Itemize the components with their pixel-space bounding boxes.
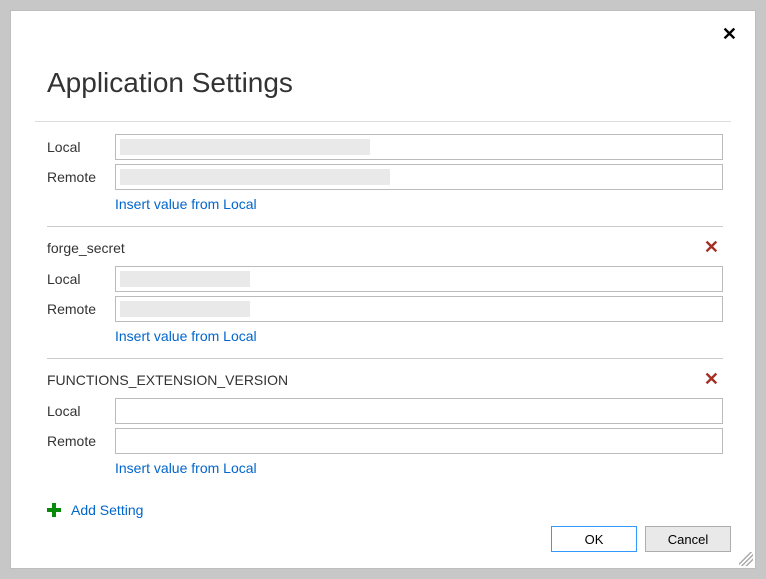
setting-name: forge_secret xyxy=(47,240,125,256)
button-row: OK Cancel xyxy=(35,526,731,552)
insert-from-local-link[interactable]: Insert value from Local xyxy=(115,196,723,212)
redacted-value xyxy=(120,271,250,287)
remote-row: Remote xyxy=(47,164,723,190)
setting-group: forge_secret ✕ Local Remote Insert value… xyxy=(47,226,723,358)
delete-setting-button[interactable]: ✕ xyxy=(700,367,723,392)
setting-name: FUNCTIONS_EXTENSION_VERSION xyxy=(47,372,288,388)
dialog-title: Application Settings xyxy=(47,67,731,99)
redacted-value xyxy=(120,139,370,155)
cancel-button[interactable]: Cancel xyxy=(645,526,731,552)
remote-row: Remote xyxy=(47,296,723,322)
application-settings-dialog: ✕ Application Settings Local Remote Inse… xyxy=(10,10,756,569)
setting-header: forge_secret ✕ xyxy=(47,235,723,260)
remote-input[interactable] xyxy=(115,428,723,454)
redacted-value xyxy=(120,301,250,317)
resize-grip[interactable] xyxy=(739,552,753,566)
local-input[interactable] xyxy=(115,266,723,292)
insert-from-local-link[interactable]: Insert value from Local xyxy=(115,460,723,476)
local-label: Local xyxy=(47,139,115,155)
remote-input[interactable] xyxy=(115,296,723,322)
setting-header: FUNCTIONS_EXTENSION_VERSION ✕ xyxy=(47,367,723,392)
add-setting-row[interactable]: Add Setting xyxy=(47,502,731,518)
remote-label: Remote xyxy=(47,169,115,185)
dialog-footer: Add Setting OK Cancel xyxy=(35,490,731,552)
local-row: Local xyxy=(47,398,723,424)
settings-scroll-area[interactable]: Local Remote Insert value from Local for… xyxy=(35,121,731,490)
local-input[interactable] xyxy=(115,398,723,424)
setting-group: Local Remote Insert value from Local xyxy=(47,122,723,226)
remote-input[interactable] xyxy=(115,164,723,190)
delete-setting-button[interactable]: ✕ xyxy=(700,235,723,260)
ok-button[interactable]: OK xyxy=(551,526,637,552)
redacted-value xyxy=(120,169,390,185)
remote-row: Remote xyxy=(47,428,723,454)
add-setting-label: Add Setting xyxy=(71,502,143,518)
local-input[interactable] xyxy=(115,134,723,160)
local-label: Local xyxy=(47,271,115,287)
local-row: Local xyxy=(47,134,723,160)
remote-label: Remote xyxy=(47,433,115,449)
local-row: Local xyxy=(47,266,723,292)
insert-from-local-link[interactable]: Insert value from Local xyxy=(115,328,723,344)
setting-group: FUNCTIONS_EXTENSION_VERSION ✕ Local Remo… xyxy=(47,358,723,490)
close-button[interactable]: ✕ xyxy=(718,21,741,47)
plus-icon xyxy=(47,503,61,517)
remote-label: Remote xyxy=(47,301,115,317)
local-label: Local xyxy=(47,403,115,419)
